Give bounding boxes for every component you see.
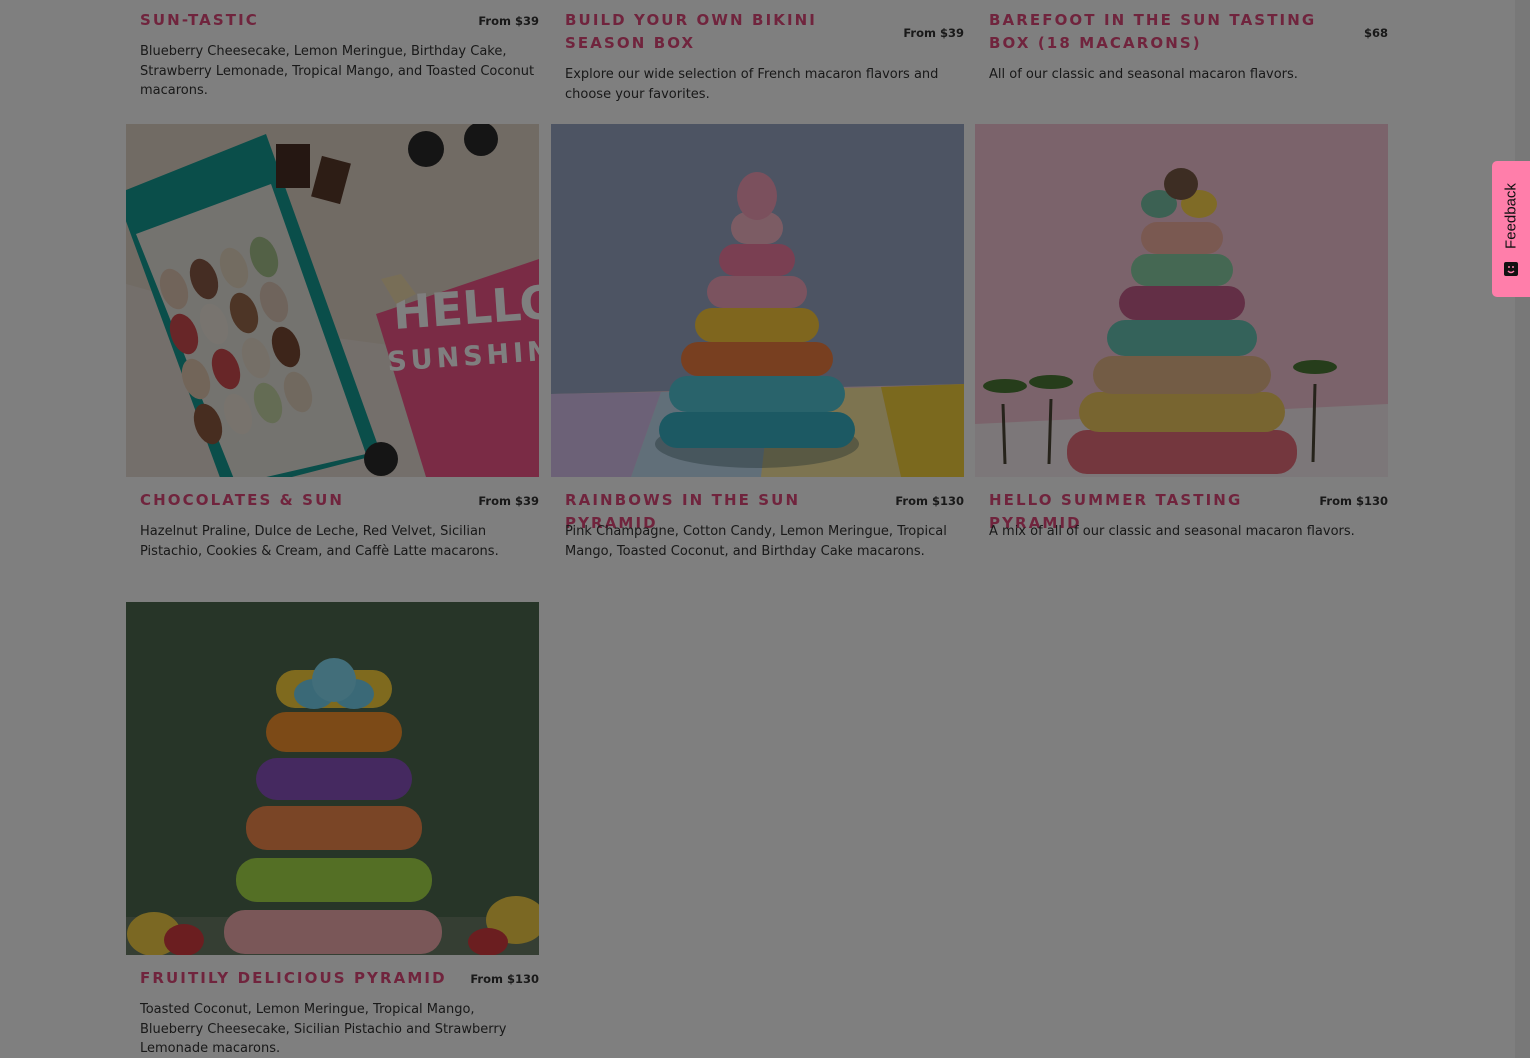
modal-overlay[interactable] — [0, 0, 1530, 1058]
smiley-icon — [1504, 262, 1518, 276]
feedback-tab[interactable]: Feedback — [1492, 161, 1530, 297]
feedback-label: Feedback — [1502, 183, 1520, 249]
